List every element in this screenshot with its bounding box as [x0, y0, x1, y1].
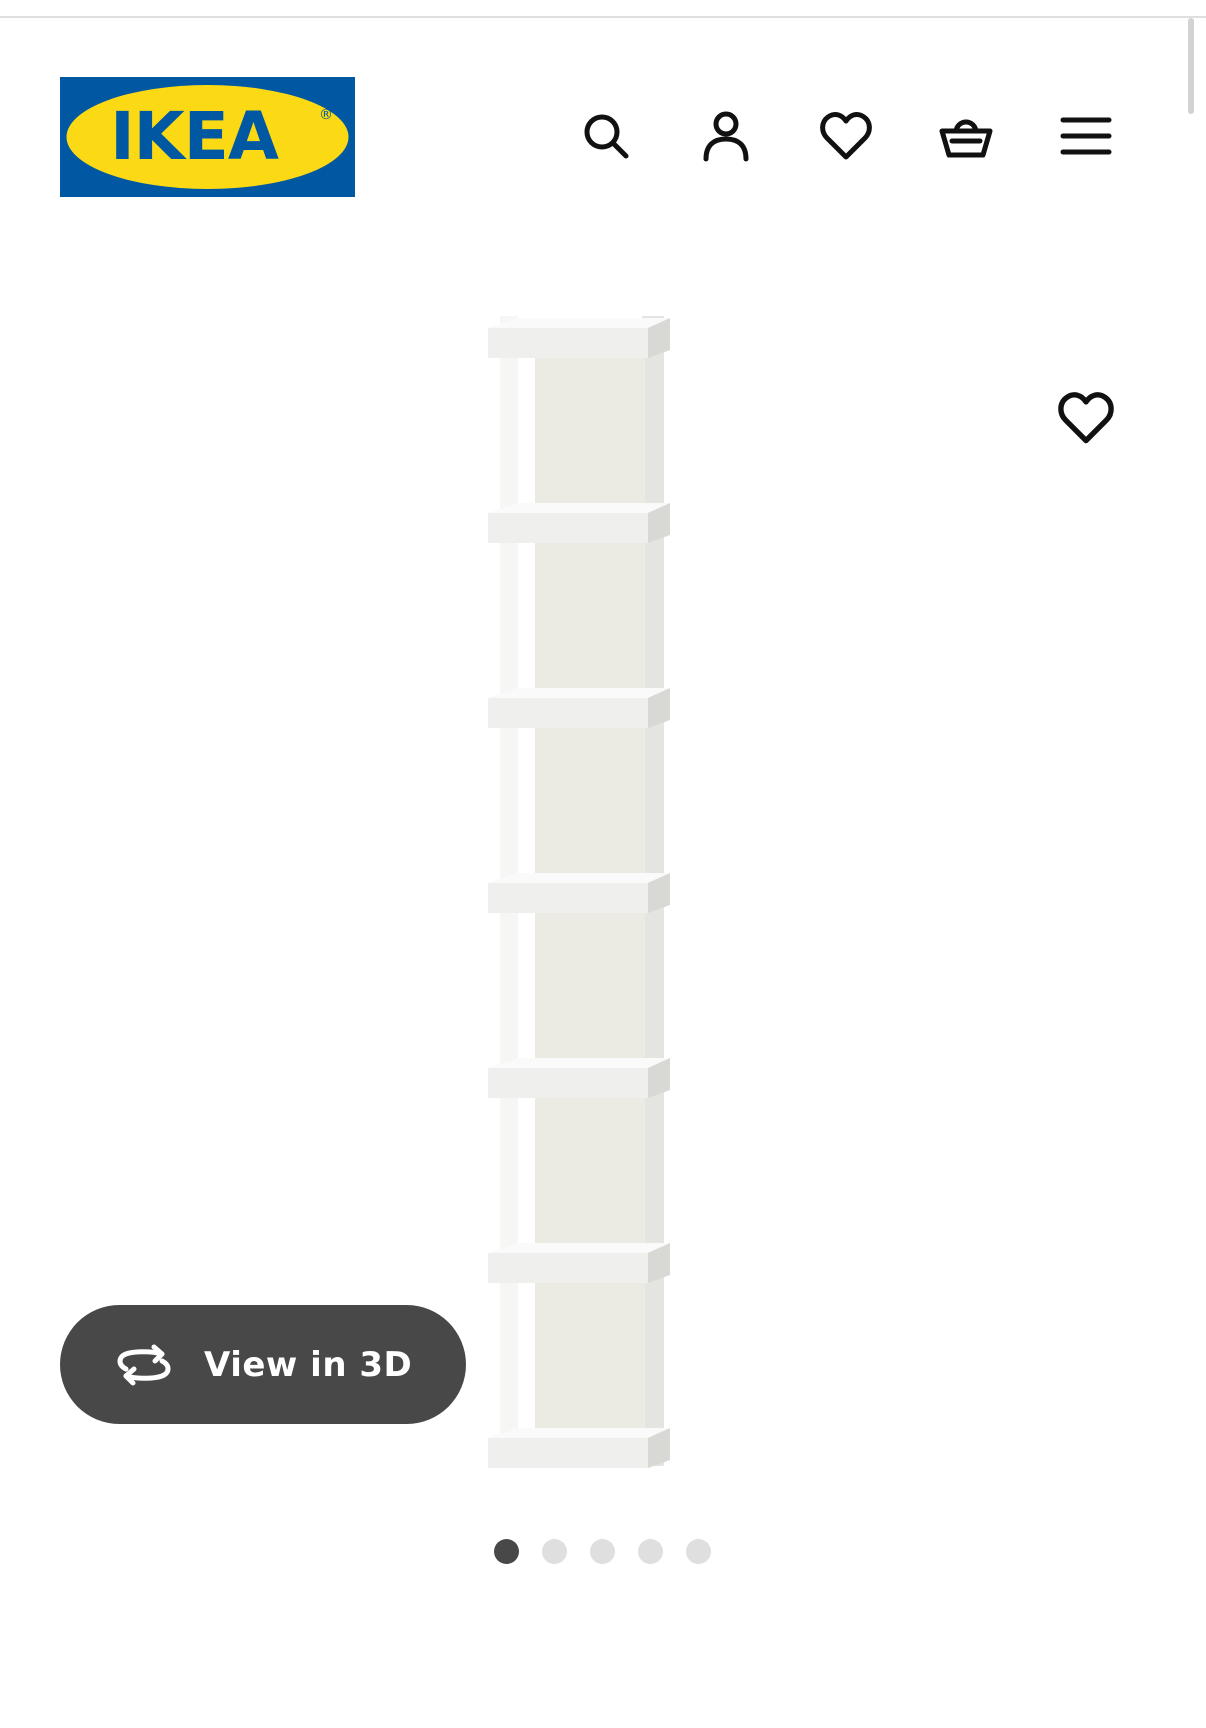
registered-mark: ®: [319, 107, 333, 123]
menu-icon[interactable]: [1056, 106, 1116, 166]
carousel-dot[interactable]: [638, 1539, 663, 1564]
logo-wordmark: IKEA: [110, 98, 279, 175]
product-image[interactable]: [470, 315, 735, 1488]
scrollbar-thumb[interactable]: [1188, 18, 1194, 114]
rotate-3d-icon: [112, 1343, 176, 1387]
ikea-logo[interactable]: IKEA ®: [60, 77, 355, 197]
favourite-heart-icon[interactable]: [1054, 386, 1118, 450]
top-divider: [0, 16, 1206, 18]
carousel-dot[interactable]: [494, 1539, 519, 1564]
carousel-dot[interactable]: [590, 1539, 615, 1564]
account-icon[interactable]: [696, 106, 756, 166]
shopping-basket-icon[interactable]: [936, 106, 996, 166]
carousel-dots: [494, 1539, 711, 1565]
view-in-3d-label: View in 3D: [204, 1344, 413, 1385]
wishlist-heart-icon[interactable]: [816, 106, 876, 166]
search-icon[interactable]: [576, 106, 636, 166]
view-in-3d-button[interactable]: View in 3D: [60, 1305, 466, 1424]
carousel-dot[interactable]: [686, 1539, 711, 1564]
carousel-dot[interactable]: [542, 1539, 567, 1564]
